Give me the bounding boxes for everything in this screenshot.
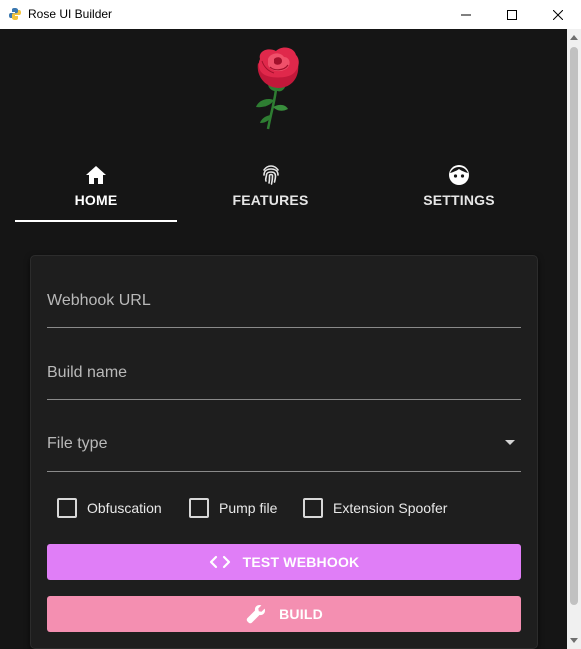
scroll-up-icon[interactable] [570, 34, 578, 40]
close-button[interactable] [535, 0, 581, 29]
dropdown-arrow-icon [505, 440, 515, 445]
checkbox-box[interactable] [189, 498, 209, 518]
file-type-label: File type [47, 435, 108, 452]
build-name-field[interactable] [47, 342, 521, 400]
close-icon [553, 9, 563, 20]
checkbox-box[interactable] [303, 498, 323, 518]
extension-spoofer-label: Extension Spoofer [333, 500, 448, 516]
extension-spoofer-checkbox[interactable]: Extension Spoofer [303, 498, 447, 518]
app-window: HOME FEATURES SETTINGS Webhook URL Build… [0, 29, 581, 649]
tab-settings-label: SETTINGS [423, 192, 495, 208]
vertical-scrollbar[interactable] [567, 29, 581, 649]
obfuscation-label: Obfuscation [87, 500, 162, 516]
build-button[interactable]: BUILD [47, 596, 521, 632]
title-bar: Rose UI Builder [0, 0, 581, 29]
python-app-icon [8, 7, 22, 21]
tab-features[interactable]: FEATURES [177, 159, 364, 221]
pump-file-checkbox[interactable]: Pump file [189, 498, 277, 518]
active-tab-indicator [15, 220, 177, 222]
checkbox-box[interactable] [57, 498, 77, 518]
code-icon [209, 555, 230, 569]
scrollbar-thumb[interactable] [570, 47, 578, 605]
rose-logo [256, 47, 299, 130]
tab-settings[interactable]: SETTINGS [364, 159, 554, 221]
window-title: Rose UI Builder [28, 7, 113, 21]
test-webhook-button[interactable]: TEST WEBHOOK [47, 544, 521, 580]
builder-form-card: File type Obfuscation Pump file Extensio… [30, 255, 538, 649]
webhook-url-input[interactable] [47, 270, 521, 327]
minimize-icon [461, 14, 471, 15]
webhook-url-field[interactable] [47, 270, 521, 328]
maximize-icon [507, 9, 517, 20]
tab-home[interactable]: HOME [15, 159, 177, 221]
face-icon [449, 165, 469, 185]
minimize-button[interactable] [443, 0, 489, 29]
build-label: BUILD [279, 606, 323, 622]
build-name-input[interactable] [47, 342, 521, 399]
maximize-button[interactable] [489, 0, 535, 29]
pump-file-label: Pump file [219, 500, 278, 516]
fingerprint-icon [262, 165, 279, 185]
file-type-select[interactable]: File type [47, 414, 521, 472]
home-icon [86, 166, 106, 184]
test-webhook-label: TEST WEBHOOK [242, 554, 360, 570]
tab-features-label: FEATURES [232, 192, 309, 208]
scroll-down-icon[interactable] [570, 638, 578, 644]
tab-home-label: HOME [74, 192, 118, 208]
wrench-icon [246, 605, 266, 624]
obfuscation-checkbox[interactable]: Obfuscation [57, 498, 162, 518]
